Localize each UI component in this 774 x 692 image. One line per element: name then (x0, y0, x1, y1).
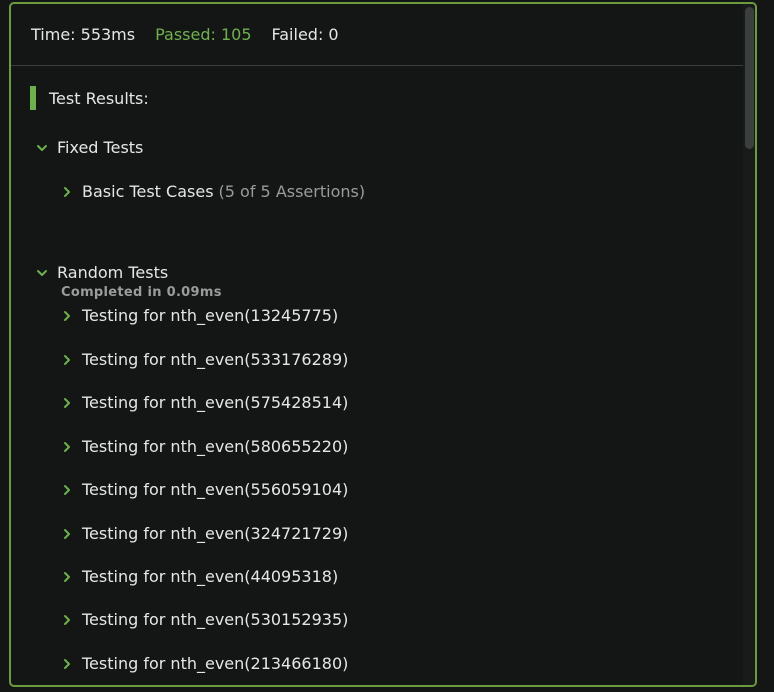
test-item-label: Testing for nth_even(580655220) (82, 437, 349, 456)
test-item[interactable]: Testing for nth_even(13245775) (59, 306, 338, 325)
test-results-panel: Time: 553ms Passed: 105 Failed: 0 Test R… (9, 2, 757, 687)
chevron-right-icon (59, 439, 75, 455)
assertion-count: (5 of 5 Assertions) (218, 182, 366, 201)
time-label: Time: 553ms (31, 25, 136, 44)
failed-count: Failed: 0 (271, 25, 339, 44)
test-case-label: Basic Test Cases (82, 182, 214, 201)
test-item-label: Testing for nth_even(575428514) (82, 393, 349, 412)
results-title: Test Results: (49, 88, 149, 108)
test-item[interactable]: Testing for nth_even(575428514) (59, 393, 348, 412)
chevron-right-icon (59, 352, 75, 368)
chevron-right-icon (59, 395, 75, 411)
chevron-right-icon (59, 526, 75, 542)
scrollbar-thumb[interactable] (745, 7, 754, 149)
test-item[interactable]: Testing for nth_even(533176289) (59, 350, 348, 369)
chevron-right-icon (59, 569, 75, 585)
group-label: Fixed Tests (57, 138, 144, 157)
chevron-right-icon (59, 482, 75, 498)
chevron-down-icon (34, 140, 50, 156)
test-item[interactable]: Testing for nth_even(580655220) (59, 437, 348, 456)
summary-bar: Time: 553ms Passed: 105 Failed: 0 (11, 4, 755, 66)
test-item-label: Testing for nth_even(556059104) (82, 480, 349, 499)
chevron-right-icon (59, 308, 75, 324)
test-item[interactable]: Testing for nth_even(213466180) (59, 654, 348, 673)
passed-count: Passed: 105 (155, 25, 252, 44)
test-item-label: Testing for nth_even(533176289) (82, 350, 349, 369)
test-item-label: Testing for nth_even(13245775) (82, 306, 339, 325)
vertical-scrollbar[interactable] (743, 4, 755, 685)
test-case-basic[interactable]: Basic Test Cases (5 of 5 Assertions) (59, 182, 365, 201)
test-item-label: Testing for nth_even(530152935) (82, 610, 349, 629)
results-heading: Test Results: (30, 86, 149, 110)
chevron-right-icon (59, 656, 75, 672)
chevron-right-icon (59, 612, 75, 628)
completed-time: Completed in 0.09ms (61, 285, 222, 300)
group-fixed-tests[interactable]: Fixed Tests (34, 138, 143, 157)
test-item[interactable]: Testing for nth_even(530152935) (59, 610, 348, 629)
group-random-tests[interactable]: Random Tests (34, 263, 168, 282)
test-item[interactable]: Testing for nth_even(44095318) (59, 567, 338, 586)
test-item-label: Testing for nth_even(213466180) (82, 654, 349, 673)
test-item[interactable]: Testing for nth_even(556059104) (59, 480, 348, 499)
chevron-right-icon (59, 184, 75, 200)
test-item-label: Testing for nth_even(44095318) (82, 567, 339, 586)
results-accent-bar (30, 86, 36, 110)
test-item-label: Testing for nth_even(324721729) (82, 524, 349, 543)
test-item[interactable]: Testing for nth_even(324721729) (59, 524, 348, 543)
chevron-down-icon (34, 265, 50, 281)
group-label: Random Tests (57, 263, 169, 282)
